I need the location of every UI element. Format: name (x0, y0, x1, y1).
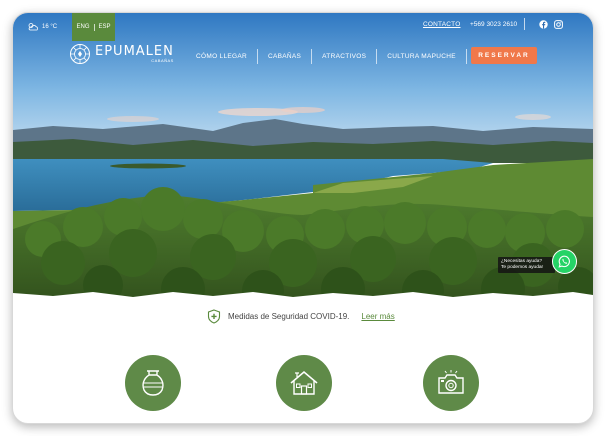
brand-logo[interactable]: EPUMALEN CABAÑAS (69, 43, 174, 65)
phone-number[interactable]: +569 3023 2610 (470, 21, 517, 28)
language-switcher: ENG ESP (72, 13, 115, 41)
topbar-divider (524, 18, 525, 30)
shield-plus-icon (207, 309, 221, 324)
temperature-text: 16 °C (42, 23, 58, 30)
nav-divider (465, 49, 467, 64)
nav-item-cabanas[interactable]: CABAÑAS (258, 53, 311, 60)
facebook-icon[interactable] (539, 20, 548, 29)
top-bar: 16 °C ENG ESP CONTACTO +569 3023 2610 (13, 13, 593, 41)
house-icon (290, 370, 318, 395)
lang-english-link[interactable]: ENG (76, 24, 89, 30)
camera-icon (438, 370, 464, 394)
help-line-2: Te podemos ayudar (501, 264, 544, 270)
feature-cabin[interactable] (276, 355, 332, 411)
covid-text: Medidas de Seguridad COVID-19. (228, 312, 350, 321)
whatsapp-icon (558, 255, 570, 268)
main-navigation: CÓMO LLEGAR CABAÑAS ATRACTIVOS CULTURA M… (186, 49, 467, 64)
cloud-sun-icon (28, 23, 38, 31)
nav-item-cultura-mapuche[interactable]: CULTURA MAPUCHE (377, 53, 466, 60)
feature-pottery[interactable] (125, 355, 181, 411)
nav-item-como-llegar[interactable]: CÓMO LLEGAR (186, 53, 257, 60)
contact-link[interactable]: CONTACTO (423, 21, 460, 28)
lang-spanish-link[interactable]: ESP (99, 24, 111, 30)
covid-notice: Medidas de Seguridad COVID-19. Leer más (207, 309, 395, 324)
instagram-icon[interactable] (554, 20, 563, 29)
help-tooltip[interactable]: ¿Necesitas ayuda? Te podemos ayudar (498, 257, 556, 273)
covid-read-more-link[interactable]: Leer más (361, 312, 394, 321)
browser-frame: 16 °C ENG ESP CONTACTO +569 3023 2610 EP… (12, 12, 594, 424)
whatsapp-button[interactable] (552, 249, 577, 274)
weather-widget: 16 °C (27, 22, 57, 31)
brand-tagline: CABAÑAS (151, 58, 174, 63)
reserve-button[interactable]: RESERVAR (471, 47, 537, 64)
mandala-emblem-icon (70, 44, 90, 64)
feature-attractions[interactable] (423, 355, 479, 411)
lang-divider (93, 23, 95, 31)
brand-name: EPUMALEN (95, 44, 174, 59)
nav-item-atractivos[interactable]: ATRACTIVOS (312, 53, 376, 60)
pottery-vase-icon (142, 370, 164, 396)
